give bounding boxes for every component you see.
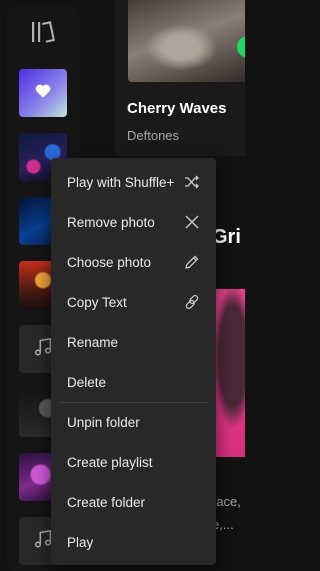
menu-item-label: Copy Text xyxy=(67,294,127,310)
close-icon xyxy=(184,214,200,230)
menu-item-create-playlist[interactable]: Create playlist xyxy=(55,444,212,480)
album-artist[interactable]: Deftones xyxy=(127,128,179,143)
menu-item-remove-photo[interactable]: Remove photo xyxy=(55,204,212,240)
menu-item-play[interactable]: Play xyxy=(55,524,212,560)
menu-item-label: Play xyxy=(67,534,94,550)
context-menu: Play with Shuffle+ Remove photo Choose p… xyxy=(51,158,216,565)
menu-item-rename[interactable]: Rename xyxy=(55,324,212,360)
menu-item-label: Rename xyxy=(67,334,119,350)
menu-item-create-folder[interactable]: Create folder xyxy=(55,484,212,520)
liked-songs-item[interactable] xyxy=(19,69,67,117)
heart-icon xyxy=(34,82,52,105)
menu-item-label: Play with Shuffle+ xyxy=(67,174,175,190)
card-description: race, xyxy=(212,494,241,509)
menu-item-play-shuffle[interactable]: Play with Shuffle+ xyxy=(55,164,212,200)
menu-divider xyxy=(59,402,208,403)
menu-item-label: Create folder xyxy=(67,494,146,510)
menu-item-delete[interactable]: Delete xyxy=(55,364,212,400)
menu-item-label: Delete xyxy=(67,374,107,390)
menu-item-label: Remove photo xyxy=(67,214,155,230)
menu-item-label: Unpin folder xyxy=(67,414,140,430)
link-icon xyxy=(184,294,200,310)
menu-item-copy-text[interactable]: Copy Text xyxy=(55,284,212,320)
menu-item-label: Choose photo xyxy=(67,254,152,270)
library-icon[interactable] xyxy=(29,20,57,44)
pencil-icon xyxy=(184,254,200,270)
menu-item-label: Create playlist xyxy=(67,454,153,470)
shuffle-icon xyxy=(184,174,200,190)
section-title: Gri xyxy=(212,226,241,248)
menu-item-unpin-folder[interactable]: Unpin folder xyxy=(55,404,212,440)
album-cover xyxy=(128,0,245,82)
menu-item-choose-photo[interactable]: Choose photo xyxy=(55,244,212,280)
album-title[interactable]: Cherry Waves xyxy=(127,100,227,117)
